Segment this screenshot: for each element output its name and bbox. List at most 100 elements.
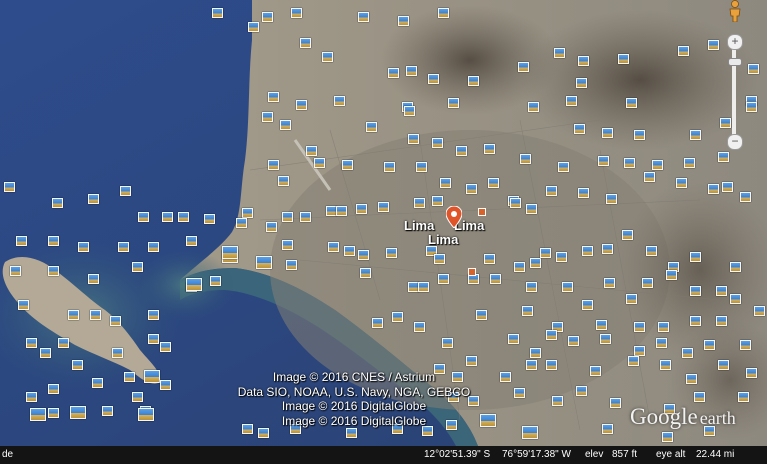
- photo-marker-icon[interactable]: [488, 178, 499, 188]
- photo-marker-icon[interactable]: [522, 306, 533, 316]
- photo-marker-icon[interactable]: [18, 300, 29, 310]
- photo-marker-icon[interactable]: [242, 208, 253, 218]
- photo-marker-icon[interactable]: [690, 316, 701, 326]
- photo-marker-icon[interactable]: [740, 192, 751, 202]
- photo-marker-icon[interactable]: [132, 392, 143, 402]
- photo-marker-icon[interactable]: [708, 40, 719, 50]
- place-label[interactable]: Lima: [428, 232, 458, 247]
- photo-marker-icon[interactable]: [528, 102, 539, 112]
- photo-marker-icon[interactable]: [118, 242, 129, 252]
- photo-marker-icon[interactable]: [132, 262, 143, 272]
- photo-marker-icon[interactable]: [278, 176, 289, 186]
- photo-marker-icon[interactable]: [286, 260, 297, 270]
- photo-marker-icon[interactable]: [690, 252, 701, 262]
- photo-marker-icon[interactable]: [552, 396, 563, 406]
- photo-marker-icon[interactable]: [722, 182, 733, 192]
- photo-marker-icon[interactable]: [730, 294, 741, 304]
- photo-marker-icon[interactable]: [92, 378, 103, 388]
- photo-marker-icon[interactable]: [70, 406, 86, 419]
- photo-marker-icon[interactable]: [660, 360, 671, 370]
- photo-marker-icon[interactable]: [678, 46, 689, 56]
- photo-marker-icon[interactable]: [300, 212, 311, 222]
- photo-marker-icon[interactable]: [662, 432, 673, 442]
- photo-marker-icon[interactable]: [708, 184, 719, 194]
- photo-marker-icon[interactable]: [754, 306, 765, 316]
- photo-marker-icon[interactable]: [704, 340, 715, 350]
- photo-marker-icon[interactable]: [48, 236, 59, 246]
- photo-marker-icon[interactable]: [406, 66, 417, 76]
- photo-marker-icon[interactable]: [540, 248, 551, 258]
- photo-marker-icon[interactable]: [582, 300, 593, 310]
- photo-marker-icon[interactable]: [748, 64, 759, 74]
- photo-marker-icon[interactable]: [314, 158, 325, 168]
- photo-marker-icon[interactable]: [358, 250, 369, 260]
- photo-marker-icon[interactable]: [578, 56, 589, 66]
- photo-marker-icon[interactable]: [416, 162, 427, 172]
- photo-marker-icon[interactable]: [432, 138, 443, 148]
- photo-marker-icon[interactable]: [392, 312, 403, 322]
- photo-marker-icon[interactable]: [582, 246, 593, 256]
- photo-marker-icon[interactable]: [378, 202, 389, 212]
- photo-marker-icon[interactable]: [634, 130, 645, 140]
- photo-marker-icon[interactable]: [386, 248, 397, 258]
- photo-marker-icon[interactable]: [666, 270, 677, 280]
- zoom-slider-thumb[interactable]: [728, 57, 742, 66]
- photo-marker-icon[interactable]: [148, 334, 159, 344]
- zoom-out-button[interactable]: −: [727, 134, 743, 150]
- photo-marker-icon[interactable]: [626, 294, 637, 304]
- photo-marker-icon[interactable]: [26, 338, 37, 348]
- photo-marker-icon[interactable]: [282, 240, 293, 250]
- photo-marker-icon[interactable]: [558, 162, 569, 172]
- photo-marker-icon[interactable]: [682, 348, 693, 358]
- photo-marker-icon[interactable]: [690, 286, 701, 296]
- photo-marker-icon[interactable]: [120, 186, 131, 196]
- photo-marker-icon[interactable]: [628, 356, 639, 366]
- photo-marker-icon[interactable]: [642, 278, 653, 288]
- photo-marker-icon[interactable]: [602, 424, 613, 434]
- photo-marker-icon[interactable]: [556, 252, 567, 262]
- photo-marker-icon[interactable]: [138, 408, 154, 421]
- photo-marker-icon[interactable]: [334, 96, 345, 106]
- photo-marker-icon[interactable]: [148, 310, 159, 320]
- photo-marker-icon[interactable]: [484, 144, 495, 154]
- photo-marker-icon[interactable]: [212, 8, 223, 18]
- photo-marker-icon[interactable]: [448, 98, 459, 108]
- photo-marker-icon[interactable]: [162, 212, 173, 222]
- photo-marker-icon[interactable]: [718, 360, 729, 370]
- photo-marker-icon[interactable]: [256, 256, 272, 269]
- photo-marker-icon[interactable]: [72, 360, 83, 370]
- photo-marker-icon[interactable]: [144, 370, 160, 383]
- photo-marker-icon[interactable]: [282, 212, 293, 222]
- photo-marker-icon[interactable]: [716, 286, 727, 296]
- photo-marker-icon[interactable]: [48, 408, 59, 418]
- photo-marker-icon[interactable]: [590, 366, 601, 376]
- photo-marker-icon[interactable]: [606, 194, 617, 204]
- photo-marker-icon[interactable]: [526, 360, 537, 370]
- photo-marker-icon[interactable]: [530, 258, 541, 268]
- photo-marker-icon[interactable]: [500, 372, 511, 382]
- photo-marker-icon[interactable]: [522, 426, 538, 439]
- photo-marker-icon[interactable]: [568, 336, 579, 346]
- photo-marker-icon[interactable]: [746, 102, 757, 112]
- photo-marker-icon[interactable]: [404, 106, 415, 116]
- photo-marker-icon[interactable]: [610, 398, 621, 408]
- photo-marker-icon[interactable]: [328, 242, 339, 252]
- photo-marker-icon[interactable]: [296, 100, 307, 110]
- photo-marker-icon[interactable]: [574, 124, 585, 134]
- photo-marker-icon[interactable]: [716, 316, 727, 326]
- photo-marker-icon[interactable]: [388, 68, 399, 78]
- photo-marker-icon[interactable]: [442, 338, 453, 348]
- photo-marker-icon[interactable]: [236, 218, 247, 228]
- pegman-icon[interactable]: [728, 0, 742, 22]
- photo-marker-icon[interactable]: [112, 348, 123, 358]
- photo-marker-icon[interactable]: [210, 276, 221, 286]
- photo-marker-icon[interactable]: [576, 386, 587, 396]
- photo-marker-icon[interactable]: [694, 392, 705, 402]
- photo-marker-icon[interactable]: [622, 230, 633, 240]
- photo-marker-icon[interactable]: [518, 62, 529, 72]
- photo-marker-icon[interactable]: [360, 268, 371, 278]
- photo-marker-icon[interactable]: [432, 196, 443, 206]
- photo-marker-icon[interactable]: [644, 172, 655, 182]
- photo-marker-icon[interactable]: [78, 242, 89, 252]
- photo-marker-icon[interactable]: [266, 222, 277, 232]
